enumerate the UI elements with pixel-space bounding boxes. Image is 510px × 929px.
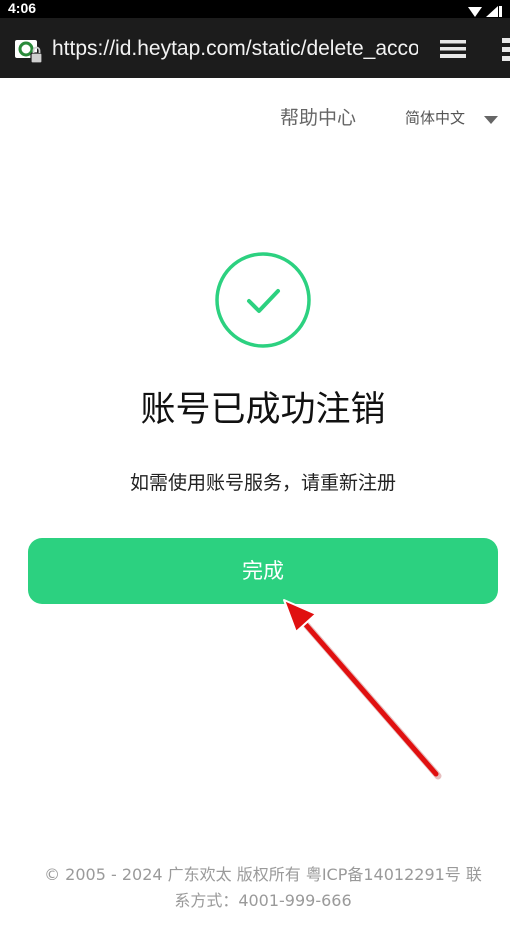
success-check-icon [214,251,312,353]
page-subtitle: 如需使用账号服务，请重新注册 [129,472,396,494]
page-title: 账号已成功注销 [140,390,386,430]
battery-icon [499,6,502,17]
help-center-link[interactable]: 帮助中心 [280,106,356,130]
status-bar: 4:06 [0,0,510,18]
site-security-icon[interactable] [14,38,44,70]
annotation-arrow-icon [278,598,448,792]
tabs-icon[interactable] [440,40,466,64]
footer-contact: 系方式：4001-999-666 [174,891,352,910]
page-header: 帮助中心 简体中文 [0,78,510,158]
footer-copyright: © 2005 - 2024 广东欢太 版权所有 粤ICP备14012291号 联 [44,865,482,884]
status-time: 4:06 [8,0,37,16]
url-field[interactable]: https://id.heytap.com/static/delete_acco… [52,36,418,62]
wifi-icon [468,7,482,17]
footer: © 2005 - 2024 广东欢太 版权所有 粤ICP备14012291号 联… [28,862,498,914]
menu-icon[interactable] [502,38,510,66]
language-select[interactable]: 简体中文 [405,108,465,128]
done-button[interactable]: 完成 [28,538,498,604]
browser-url-bar: https://id.heytap.com/static/delete_acco… [0,18,510,78]
signal-icon [486,6,498,17]
chevron-down-icon[interactable] [484,110,498,129]
